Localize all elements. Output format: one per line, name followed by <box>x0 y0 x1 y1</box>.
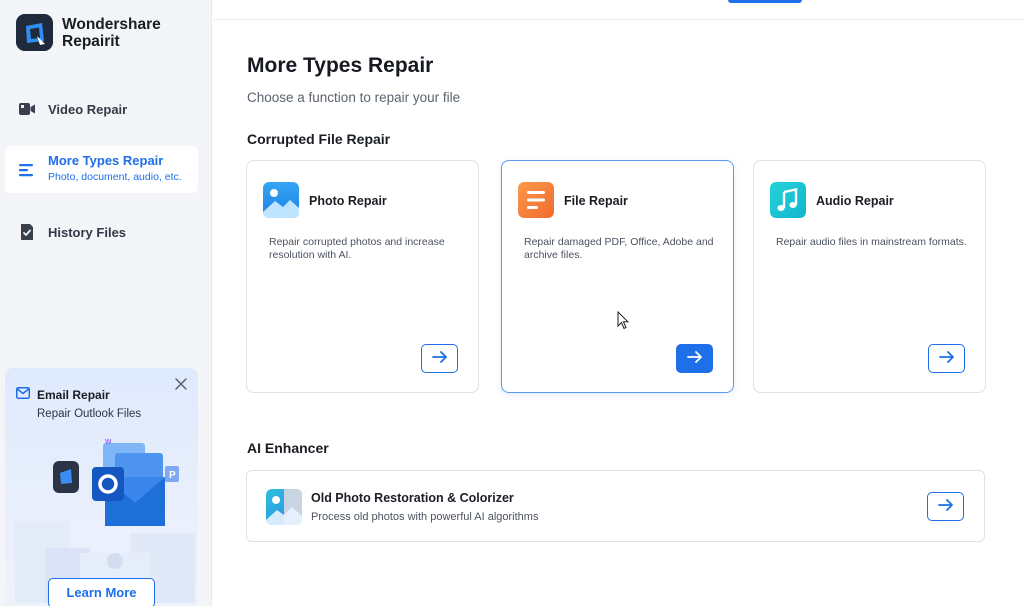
music-note-icon <box>770 182 806 218</box>
sidebar-item-video-repair[interactable]: Video Repair <box>5 96 198 122</box>
arrow-right-icon <box>938 350 955 368</box>
arrow-right-icon <box>431 350 448 368</box>
document-icon <box>518 182 554 218</box>
video-camera-icon <box>18 100 36 118</box>
sidebar-item-sublabel: Photo, document, audio, etc. <box>48 171 182 183</box>
card-description: Repair damaged PDF, Office, Adobe and ar… <box>524 236 714 261</box>
card-old-photo-restoration[interactable]: Old Photo Restoration & Colorizer Proces… <box>246 470 985 542</box>
brand: Wondershare Repairit <box>16 14 161 51</box>
sidebar-item-label: Video Repair <box>48 102 128 117</box>
promo-subtitle: Repair Outlook Files <box>37 408 142 420</box>
card-description: Repair corrupted photos and increase res… <box>269 236 445 261</box>
card-title: Photo Repair <box>309 194 387 208</box>
card-photo-repair[interactable]: Photo Repair Repair corrupted photos and… <box>246 160 479 393</box>
brand-name-line2: Repairit <box>62 32 120 50</box>
top-bar <box>213 0 1024 20</box>
open-old-photo-restoration-button[interactable] <box>927 492 964 521</box>
sidebar: Wondershare Repairit Video Repair More T… <box>0 0 212 606</box>
open-audio-repair-button[interactable] <box>928 344 965 373</box>
promo-banner-email-repair: Email Repair Repair Outlook Files P W Le… <box>5 368 198 606</box>
sidebar-item-more-types-repair[interactable]: More Types Repair Photo, document, audio… <box>5 146 198 193</box>
mail-icon <box>16 386 30 404</box>
learn-more-button[interactable]: Learn More <box>48 578 155 606</box>
history-file-icon <box>18 223 36 241</box>
brand-name-line1: Wondershare <box>62 15 161 33</box>
svg-text:W: W <box>105 439 112 446</box>
card-audio-repair[interactable]: Audio Repair Repair audio files in mains… <box>753 160 986 393</box>
page-title: More Types Repair <box>247 54 434 77</box>
sidebar-item-history-files[interactable]: History Files <box>5 220 198 246</box>
card-title: Audio Repair <box>816 194 894 208</box>
arrow-right-icon <box>686 350 703 368</box>
page-subtitle: Choose a function to repair your file <box>247 90 461 105</box>
close-icon[interactable] <box>173 376 189 392</box>
card-description: Repair audio files in mainstream formats… <box>776 236 967 248</box>
card-title: Old Photo Restoration & Colorizer <box>311 491 514 505</box>
arrow-right-icon <box>937 498 954 516</box>
open-file-repair-button[interactable] <box>676 344 713 373</box>
open-photo-repair-button[interactable] <box>421 344 458 373</box>
card-description: Process old photos with powerful AI algo… <box>311 511 539 523</box>
sidebar-item-label: History Files <box>48 225 127 240</box>
list-icon <box>18 161 36 179</box>
svg-text:P: P <box>169 470 176 481</box>
section-title-corrupted-file-repair: Corrupted File Repair <box>247 131 391 147</box>
photo-icon <box>263 182 299 218</box>
card-file-repair[interactable]: File Repair Repair damaged PDF, Office, … <box>501 160 734 393</box>
old-photo-icon <box>266 489 302 525</box>
promo-title: Email Repair <box>37 388 110 402</box>
repairit-logo-icon <box>16 14 53 51</box>
sidebar-item-label: More Types Repair <box>48 153 164 168</box>
card-title: File Repair <box>564 194 628 208</box>
section-title-ai-enhancer: AI Enhancer <box>247 440 329 456</box>
top-bar-accent-tab[interactable] <box>728 0 802 3</box>
